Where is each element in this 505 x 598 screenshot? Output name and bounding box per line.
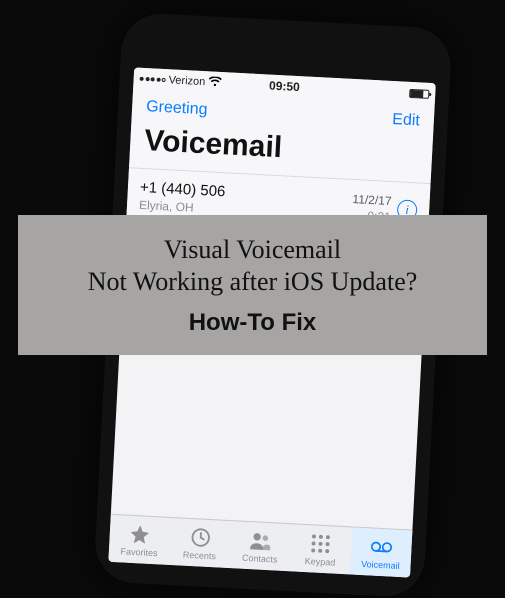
tab-label: Favorites <box>120 546 157 558</box>
tab-label: Keypad <box>305 556 336 568</box>
greeting-link[interactable]: Greeting <box>146 98 208 119</box>
signal-dots-icon <box>140 77 166 82</box>
tab-label: Voicemail <box>361 558 400 570</box>
tab-voicemail[interactable]: Voicemail <box>350 527 413 577</box>
tab-label: Recents <box>183 549 217 561</box>
status-time: 09:50 <box>269 79 300 95</box>
tab-label: Contacts <box>242 552 278 564</box>
voicemail-icon <box>370 535 393 558</box>
edit-link[interactable]: Edit <box>392 111 420 130</box>
overlay-line2: Not Working after iOS Update? <box>28 267 477 297</box>
overlay-line3: How-To Fix <box>28 309 477 337</box>
overlay-line1: Visual Voicemail <box>28 235 477 265</box>
battery-icon <box>409 88 429 98</box>
tab-recents[interactable]: Recents <box>169 518 232 568</box>
tab-favorites[interactable]: Favorites <box>108 515 171 565</box>
tab-bar: Favorites Recents Contacts Keypad <box>108 514 412 578</box>
clock-icon <box>189 525 212 548</box>
star-icon <box>128 522 151 545</box>
voicemail-date: 11/2/17 <box>352 192 392 208</box>
carrier-label: Verizon <box>168 74 205 88</box>
contacts-icon <box>249 529 272 552</box>
status-right <box>300 83 430 99</box>
keypad-icon <box>309 532 332 555</box>
status-left: Verizon <box>139 72 269 92</box>
wifi-icon <box>208 76 222 90</box>
tab-keypad[interactable]: Keypad <box>289 524 352 574</box>
tab-contacts[interactable]: Contacts <box>229 521 292 571</box>
title-overlay: Visual Voicemail Not Working after iOS U… <box>18 215 487 355</box>
